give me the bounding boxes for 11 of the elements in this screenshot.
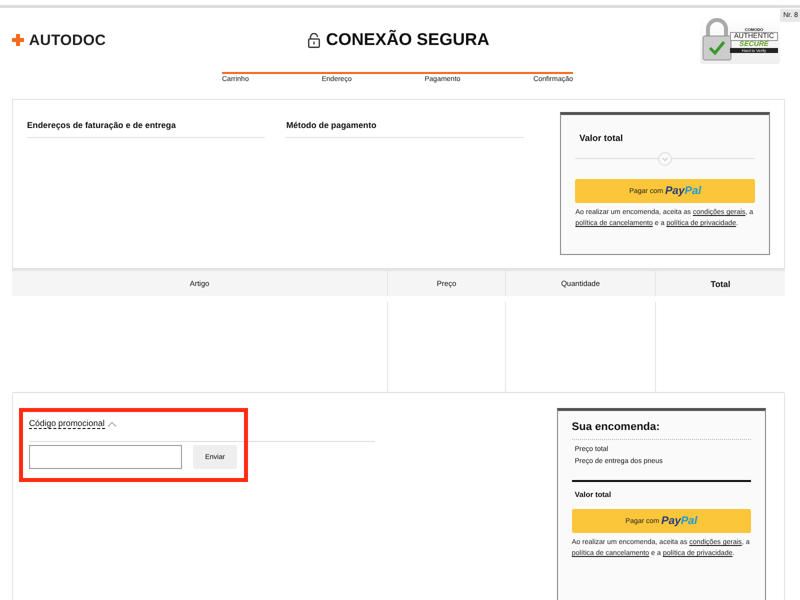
promo-code-field[interactable] [29, 445, 182, 469]
page-title: CONEXÃO SEGURA [326, 30, 490, 50]
plus-icon [12, 34, 24, 46]
logo-text: AUTODOC [29, 32, 106, 48]
section-heading: Endereços de faturação e de entrega [27, 120, 176, 130]
padlock-icon [308, 32, 320, 48]
section-heading: Método de pagamento [286, 120, 376, 130]
column-header: Total [655, 271, 785, 296]
total-heading: Valor total [579, 133, 624, 143]
promo-code-toggle[interactable]: Código promocional [29, 418, 105, 429]
order-heading: Sua encomenda: [572, 421, 661, 433]
